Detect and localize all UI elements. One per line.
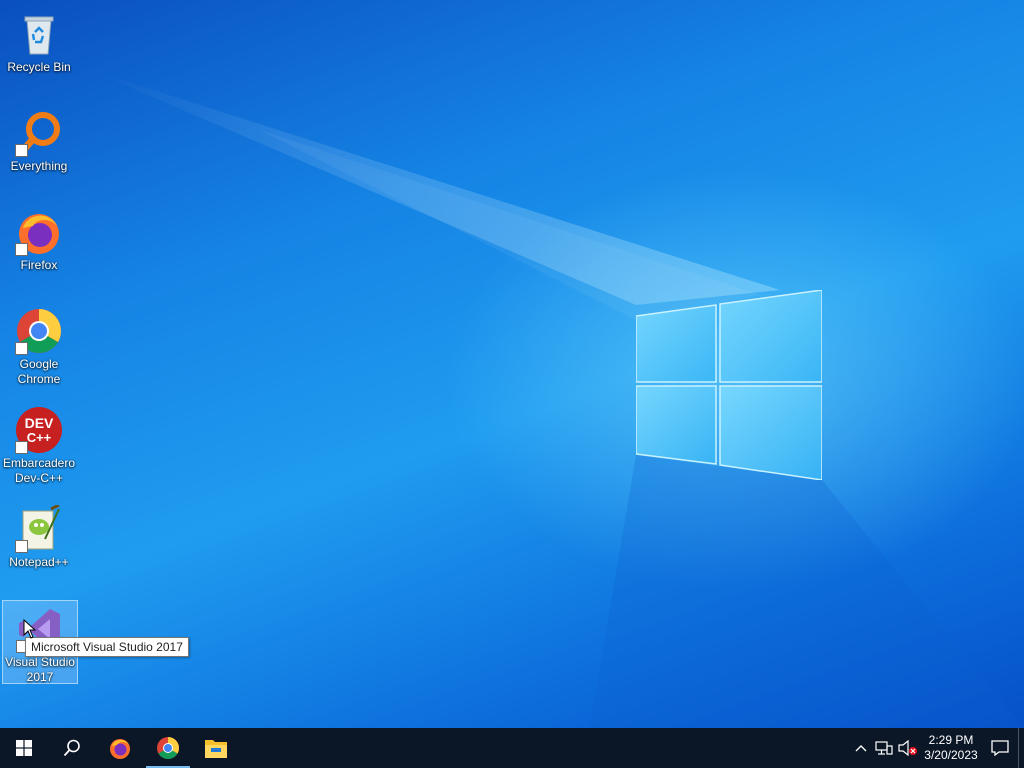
clock-date: 3/20/2023 [924, 748, 978, 762]
action-center-icon [991, 740, 1009, 756]
windows-start-icon [16, 740, 32, 756]
desktop-icon-label: Embarcadero Dev-C++ [2, 456, 76, 485]
desktop[interactable]: Recycle Bin Everything Firefox Google Ch… [0, 0, 1024, 728]
network-button[interactable] [872, 728, 896, 768]
recycle-bin-icon [15, 10, 63, 58]
shortcut-arrow-icon [15, 342, 28, 355]
windows-logo-wallpaper [636, 290, 822, 480]
search-icon [63, 739, 80, 757]
shortcut-arrow-icon [15, 540, 28, 553]
taskbar: 2:29 PM 3/20/2023 [0, 728, 1024, 768]
taskbar-firefox[interactable] [96, 728, 144, 768]
firefox-icon [15, 208, 63, 256]
network-icon [875, 741, 893, 755]
wallpaper-light-beams [90, 70, 1024, 728]
file-explorer-icon [205, 740, 227, 758]
chrome-icon [15, 307, 63, 355]
chevron-up-icon [855, 745, 867, 752]
devcpp-icon: DEV C++ [15, 406, 63, 454]
desktop-icon-label: Visual Studio 2017 [5, 655, 75, 684]
system-tray: 2:29 PM 3/20/2023 [850, 728, 1024, 768]
tooltip: Microsoft Visual Studio 2017 [25, 637, 189, 657]
show-desktop-button[interactable] [1018, 728, 1024, 768]
desktop-icon-recycle-bin[interactable]: Recycle Bin [2, 6, 76, 75]
action-center-button[interactable] [982, 728, 1018, 768]
shortcut-arrow-icon [15, 243, 28, 256]
desktop-icon-notepadpp[interactable]: Notepad++ [2, 501, 76, 570]
desktop-icon-label: Firefox [20, 258, 58, 272]
desktop-icon-firefox[interactable]: Firefox [2, 204, 76, 273]
desktop-icon-label: Everything [10, 159, 68, 173]
desktop-icon-label: Recycle Bin [7, 60, 71, 74]
shortcut-arrow-icon [15, 441, 28, 454]
search-button[interactable] [48, 728, 96, 768]
devcpp-logo-text-top: DEV [25, 415, 54, 431]
taskbar-chrome[interactable] [144, 728, 192, 768]
devcpp-logo-text-bottom: C++ [27, 430, 52, 445]
clock-time: 2:29 PM [928, 733, 974, 747]
start-button[interactable] [0, 728, 48, 768]
notepadpp-icon [15, 503, 63, 553]
firefox-icon [110, 739, 130, 759]
desktop-icon-google-chrome[interactable]: Google Chrome [2, 303, 76, 387]
taskbar-file-explorer[interactable] [192, 728, 240, 768]
desktop-icon-devcpp[interactable]: DEV C++ Embarcadero Dev-C++ [2, 402, 76, 486]
everything-search-icon [15, 109, 63, 157]
show-hidden-icons-button[interactable] [850, 728, 872, 768]
shortcut-arrow-icon [15, 144, 28, 157]
clock[interactable]: 2:29 PM 3/20/2023 [920, 728, 982, 768]
desktop-icon-label: Notepad++ [9, 555, 69, 569]
chrome-icon [157, 737, 179, 759]
desktop-icon-label: Google Chrome [17, 357, 61, 386]
mouse-cursor-icon [23, 619, 37, 639]
desktop-icon-everything[interactable]: Everything [2, 105, 76, 174]
volume-muted-icon [898, 740, 917, 756]
volume-button[interactable] [896, 728, 920, 768]
